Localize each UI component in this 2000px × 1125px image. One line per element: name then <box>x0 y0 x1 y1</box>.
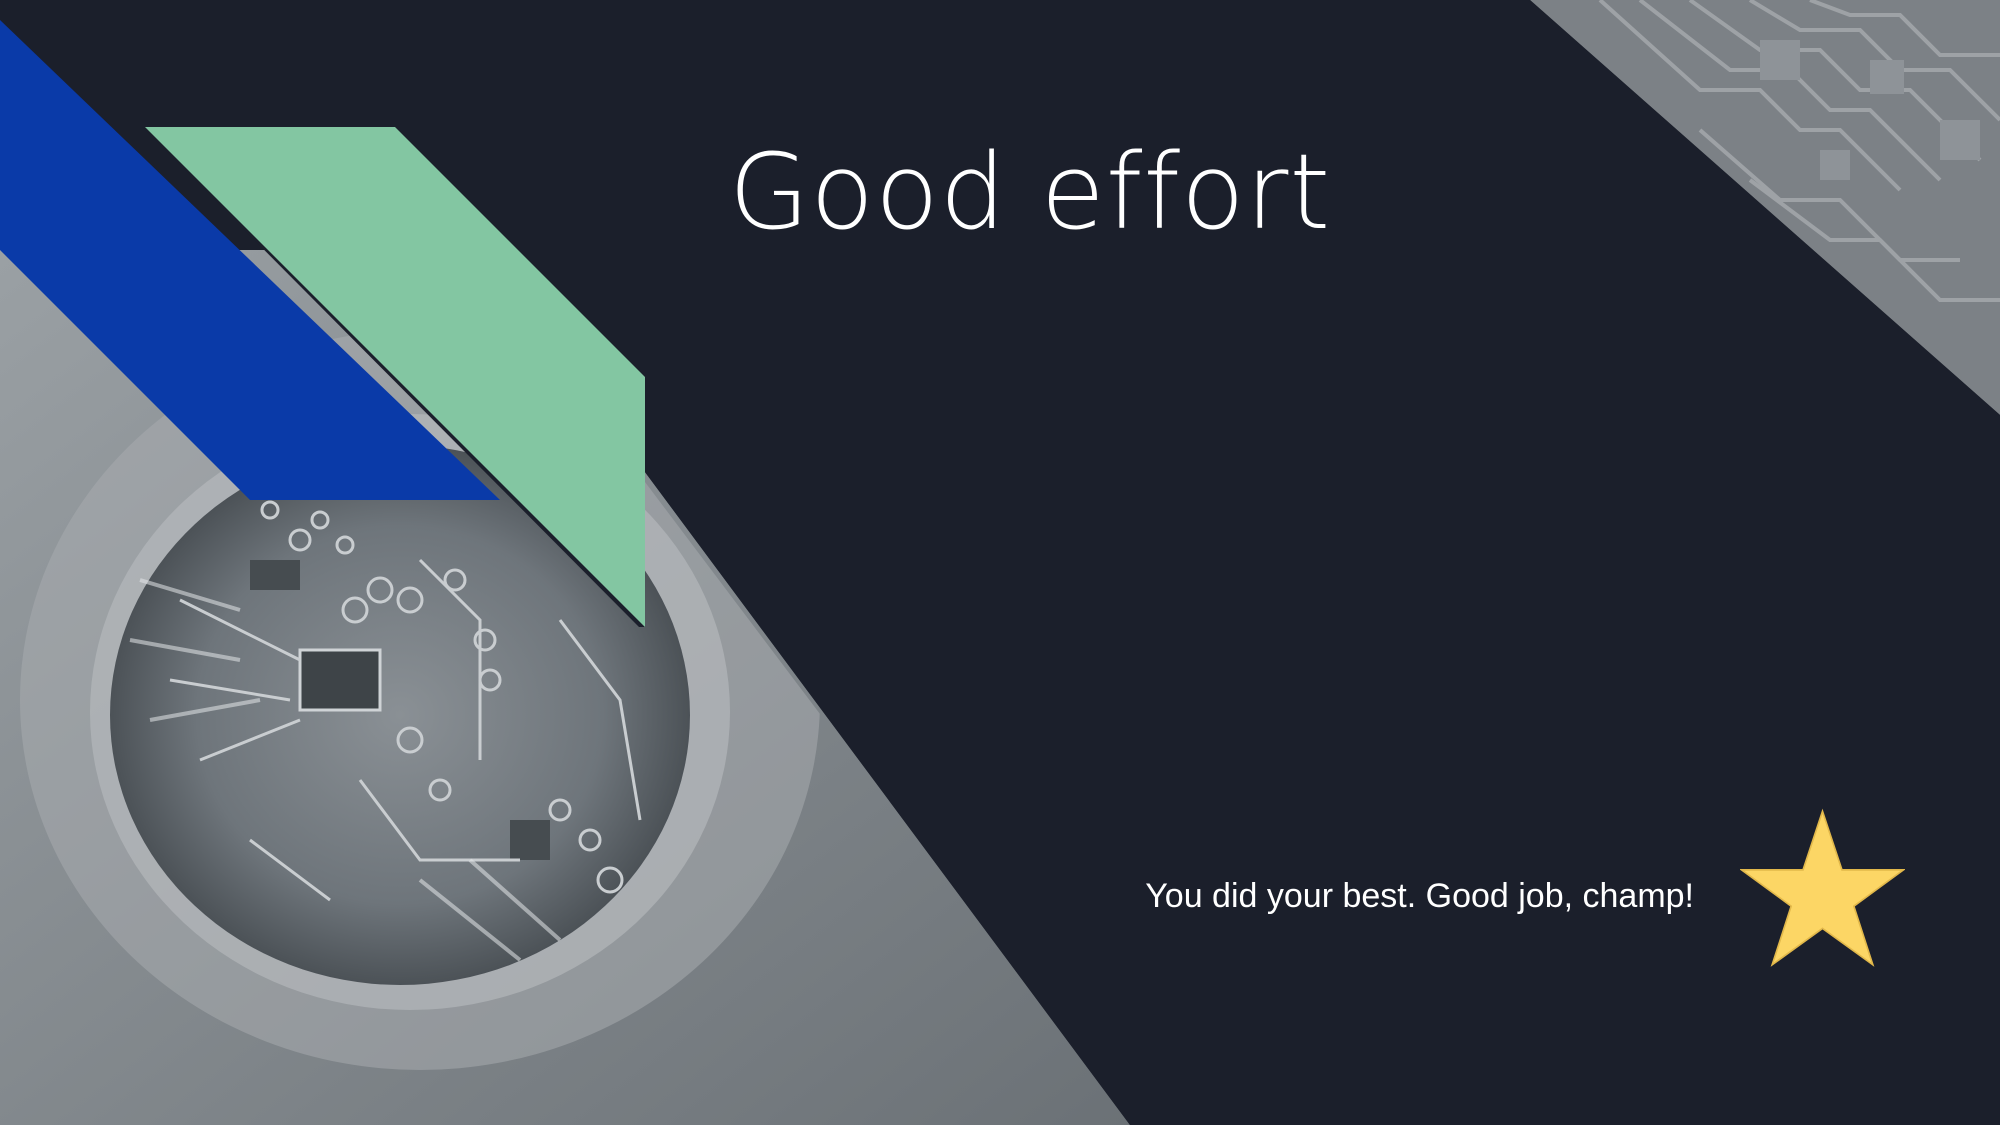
slide-title: Good effort <box>728 131 1332 253</box>
star-icon <box>1740 808 1905 967</box>
slide: Good effort You did your best. Good job,… <box>0 0 2000 1125</box>
slide-subtitle: You did your best. Good job, champ! <box>1145 877 1694 915</box>
